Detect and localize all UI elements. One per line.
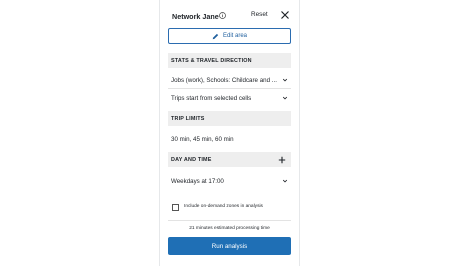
ondemand-label: Include on-demand zones in analysis [184,204,263,209]
trip-limits-value: 30 min, 45 min, 60 min [171,135,234,143]
panel-title: Network Jane [172,12,219,21]
destinations-select[interactable]: Jobs (work), Schools: Childcare and ... [168,73,291,87]
day-time-heading: DAY AND TIME [168,152,291,167]
run-analysis-button[interactable]: Run analysis [168,237,291,255]
pencil-icon [212,33,219,39]
reset-button[interactable]: Reset [251,11,268,18]
trip-limits-heading: TRIP LIMITS [168,111,291,126]
analysis-panel: Network Jane Reset Edit area STATS & TRA… [159,0,300,266]
info-icon[interactable] [219,12,226,19]
processing-estimate: 21 minutes estimated processing time [189,226,270,231]
close-icon[interactable] [280,10,290,20]
direction-select[interactable]: Trips start from selected cells [168,91,291,105]
day-time-select[interactable]: Weekdays at 17:00 [168,174,291,188]
trip-limits-select[interactable]: 30 min, 45 min, 60 min [168,132,291,146]
divider [168,88,291,89]
edit-area-button[interactable]: Edit area [168,28,291,44]
chevron-down-icon [282,96,288,100]
edit-area-label: Edit area [222,33,247,39]
chevron-down-icon [282,179,288,183]
stats-section-heading: STATS & TRAVEL DIRECTION [168,53,291,68]
day-time-value: Weekdays at 17:00 [171,177,224,185]
direction-value: Trips start from selected cells [171,94,252,102]
ondemand-checkbox[interactable] [172,204,179,211]
add-icon[interactable] [278,156,286,164]
chevron-down-icon [282,78,288,82]
divider [168,220,291,221]
destinations-value: Jobs (work), Schools: Childcare and ... [171,76,277,84]
